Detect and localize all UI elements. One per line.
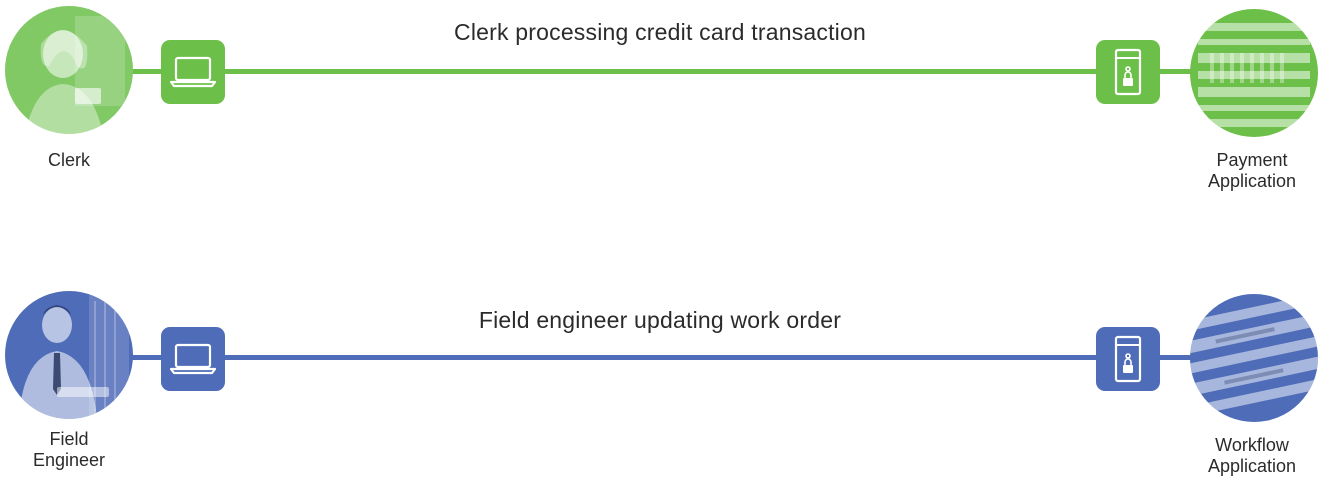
laptop-icon: [169, 56, 217, 88]
field-engineer-photo: [5, 291, 133, 419]
source-label: Field Engineer: [32, 429, 106, 470]
connection-line: [130, 69, 1200, 74]
server-lock-icon: [1114, 335, 1142, 383]
laptop-badge: [161, 40, 225, 104]
server-lock-icon: [1114, 48, 1142, 96]
target-label: Workflow Application: [1207, 435, 1297, 476]
flow-caption: Clerk processing credit card transaction: [454, 19, 866, 45]
target-label: Payment Application: [1207, 150, 1297, 191]
connection-line: [130, 355, 1200, 360]
server-rack-photo: [1190, 294, 1318, 422]
source-label: Clerk: [47, 150, 90, 170]
flow-caption: Field engineer updating work order: [478, 307, 842, 333]
clerk-payment-flow: Clerk processing credit card transaction: [0, 0, 1322, 200]
laptop-icon: [169, 343, 217, 375]
server-rack-photo: [1190, 9, 1318, 137]
clerk-photo: [5, 6, 133, 134]
field-engineer-workflow-flow: Field engineer updating work order Field…: [0, 288, 1322, 488]
laptop-badge: [161, 327, 225, 391]
server-badge: [1096, 40, 1160, 104]
server-badge: [1096, 327, 1160, 391]
